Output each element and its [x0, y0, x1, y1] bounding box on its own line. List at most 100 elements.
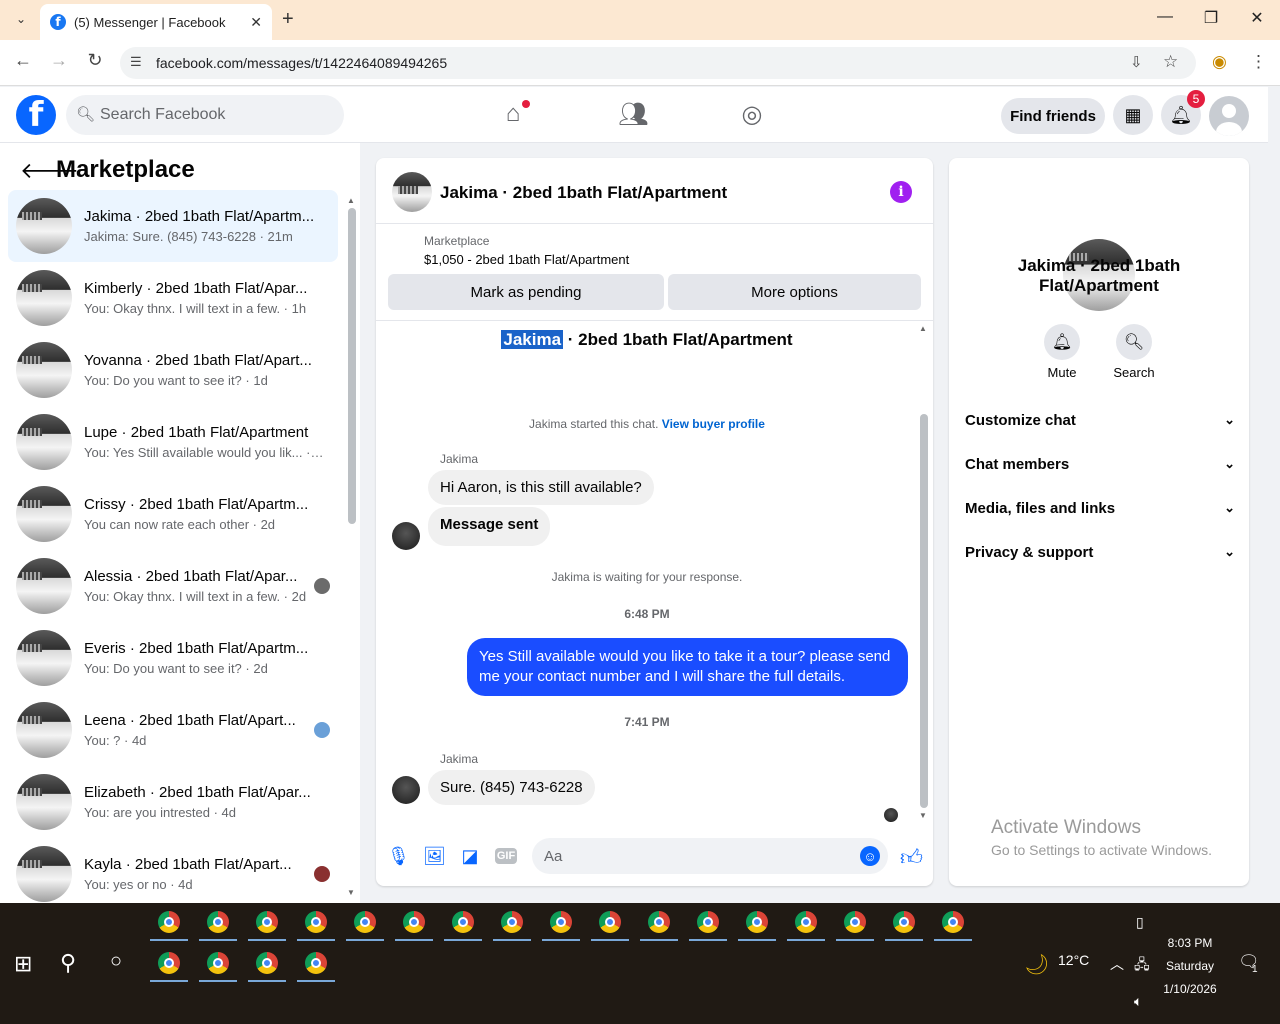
more-options-button[interactable]: More options [668, 274, 921, 310]
chrome-browser-icon[interactable] [836, 905, 874, 941]
conversation-item[interactable]: Yovanna · 2bed 1bath Flat/Apart... You: … [8, 334, 338, 406]
taskbar-clock[interactable]: 8:03 PM Saturday 1/10/2026 [1150, 932, 1230, 1001]
chrome-browser-icon[interactable] [150, 946, 188, 982]
chrome-browser-icon[interactable] [199, 905, 237, 941]
view-buyer-profile-link[interactable]: View buyer profile [662, 417, 765, 431]
facebook-search-input[interactable]: Search Facebook [66, 95, 344, 135]
conversation-item[interactable]: Everis · 2bed 1bath Flat/Apartm... You: … [8, 622, 338, 694]
chrome-browser-icon[interactable] [297, 905, 335, 941]
close-tab-icon[interactable]: ✕ [250, 14, 262, 31]
message-input[interactable]: Aa [532, 838, 888, 874]
incoming-message[interactable]: Hi Aaron, is this still available? [428, 470, 654, 505]
forward-icon[interactable]: → [46, 50, 72, 71]
outgoing-message[interactable]: Yes Still available would you like to ta… [467, 638, 908, 696]
taskbar-app-icon[interactable] [150, 905, 188, 941]
tab-search-icon[interactable]: ⌄ [10, 8, 32, 30]
friends-icon[interactable]: 👥︎ [618, 100, 648, 129]
account-avatar[interactable] [1209, 96, 1249, 136]
conversation-item[interactable]: Jakima · 2bed 1bath Flat/Apartm... Jakim… [8, 190, 338, 262]
thumbs-up-icon[interactable]: 👍︎ [900, 844, 923, 871]
gif-icon[interactable]: GIF [495, 848, 517, 864]
chrome-browser-icon[interactable] [934, 905, 972, 941]
attach-image-icon[interactable]: 🖼︎ [423, 846, 446, 867]
chat-scrollbar-thumb[interactable] [920, 414, 928, 808]
conversation-item[interactable]: Leena · 2bed 1bath Flat/Apart... You: ? … [8, 694, 338, 766]
seen-avatar [314, 866, 330, 882]
browser-menu-icon[interactable]: ⋮ [1250, 52, 1267, 72]
install-app-icon[interactable]: ⇩ [1130, 53, 1143, 71]
restore-icon[interactable]: ❐ [1196, 8, 1226, 28]
chrome-browser-icon[interactable] [199, 946, 237, 982]
back-icon[interactable]: ← [10, 50, 36, 71]
find-friends-button[interactable]: Find friends [1001, 98, 1105, 134]
browser-tab-messenger[interactable]: f (5) Messenger | Facebook ✕ [40, 4, 272, 40]
facebook-logo-icon[interactable]: f [16, 95, 56, 135]
profile-icon[interactable]: ◉ [1212, 52, 1227, 72]
bookmark-star-icon[interactable]: ☆ [1163, 52, 1178, 72]
chrome-browser-icon[interactable] [542, 905, 580, 941]
cortana-icon[interactable]: ○ [110, 950, 122, 973]
emoji-icon[interactable]: ☺ [860, 846, 880, 866]
conversation-info-icon[interactable]: i [890, 181, 912, 203]
network-icon[interactable]: 🖧︎ [1134, 954, 1150, 978]
chrome-browser-icon[interactable] [689, 905, 727, 941]
weather-temp[interactable]: 12°C [1058, 952, 1089, 968]
conversation-item[interactable]: Crissy · 2bed 1bath Flat/Apartm... You c… [8, 478, 338, 550]
site-info-icon[interactable]: ☰ [130, 54, 142, 70]
menu-grid-icon[interactable]: ▦ [1113, 95, 1153, 135]
chrome-browser-icon[interactable] [885, 905, 923, 941]
chrome-browser-icon[interactable] [297, 946, 335, 982]
incoming-message[interactable]: Sure. (845) 743-6228 [428, 770, 595, 805]
minimize-icon[interactable]: — [1150, 8, 1180, 26]
conversation-item[interactable]: Lupe · 2bed 1bath Flat/Apartment You: Ye… [8, 406, 338, 478]
chat-scroll-up-icon[interactable]: ▲ [919, 324, 927, 333]
reload-icon[interactable]: ↻ [82, 50, 108, 71]
chrome-browser-icon[interactable] [738, 905, 776, 941]
listing-price[interactable]: $1,050 - 2bed 1bath Flat/Apartment [424, 252, 629, 267]
details-menu-item[interactable]: Media, files and links ⌄ [965, 500, 1235, 517]
conversation-item[interactable]: Elizabeth · 2bed 1bath Flat/Apar... You:… [8, 766, 338, 838]
mark-as-pending-button[interactable]: Mark as pending [388, 274, 664, 310]
chrome-logo-icon [795, 911, 817, 933]
scroll-up-icon[interactable]: ▲ [347, 196, 355, 205]
conversation-item[interactable]: Alessia · 2bed 1bath Flat/Apar... You: O… [8, 550, 338, 622]
sticker-icon[interactable]: ◪ [459, 846, 481, 867]
taskbar-search-icon[interactable]: ⚲ [60, 950, 76, 976]
search-conversation-icon[interactable]: 🔍︎ [1116, 324, 1152, 360]
url-input[interactable]: facebook.com/messages/t/1422464089494265 [120, 47, 1196, 79]
chrome-browser-icon[interactable] [640, 905, 678, 941]
chrome-browser-icon[interactable] [248, 905, 286, 941]
conversation-item[interactable]: Kayla · 2bed 1bath Flat/Apart... You: ye… [8, 838, 338, 910]
conversation-item[interactable]: Kimberly · 2bed 1bath Flat/Apar... You: … [8, 262, 338, 334]
sender-avatar[interactable] [392, 776, 420, 804]
chat-header-thumbnail[interactable] [392, 172, 432, 212]
close-window-icon[interactable]: ✕ [1242, 8, 1272, 28]
chrome-browser-icon[interactable] [787, 905, 825, 941]
details-menu-item[interactable]: Customize chat ⌄ [965, 412, 1235, 429]
scroll-down-icon[interactable]: ▼ [347, 888, 355, 897]
tablet-mode-icon[interactable]: ▯ [1136, 914, 1144, 931]
chrome-browser-icon[interactable] [248, 946, 286, 982]
sender-avatar[interactable] [392, 522, 420, 550]
mute-bell-icon[interactable]: 🔔︎ [1044, 324, 1080, 360]
chat-scroll-down-icon[interactable]: ▼ [919, 811, 927, 820]
chrome-browser-icon[interactable] [591, 905, 629, 941]
incoming-message[interactable]: Message sent [428, 507, 551, 546]
page-scrollbar[interactable] [1268, 87, 1280, 903]
microphone-icon[interactable]: 🎙︎ [387, 846, 410, 867]
chrome-browser-icon[interactable] [444, 905, 482, 941]
chrome-browser-icon[interactable] [493, 905, 531, 941]
groups-icon[interactable]: ◎ [737, 100, 767, 129]
chrome-browser-icon[interactable] [395, 905, 433, 941]
chrome-browser-icon[interactable] [346, 905, 384, 941]
volume-icon[interactable]: 🔈︎ [1134, 993, 1142, 1010]
weather-moon-icon[interactable]: 🌙︎ [1024, 952, 1049, 977]
left-scrollbar-thumb[interactable] [348, 208, 356, 524]
details-menu-item[interactable]: Privacy & support ⌄ [965, 544, 1235, 561]
url-text: facebook.com/messages/t/1422464089494265 [156, 55, 448, 71]
chat-header-title[interactable]: Jakima · 2bed 1bath Flat/Apartment [440, 183, 727, 203]
show-hidden-icons-icon[interactable]: ︿ [1110, 954, 1124, 974]
new-tab-icon[interactable]: + [282, 8, 294, 31]
details-menu-item[interactable]: Chat members ⌄ [965, 456, 1235, 473]
windows-start-icon[interactable]: ⊞ [14, 951, 32, 977]
